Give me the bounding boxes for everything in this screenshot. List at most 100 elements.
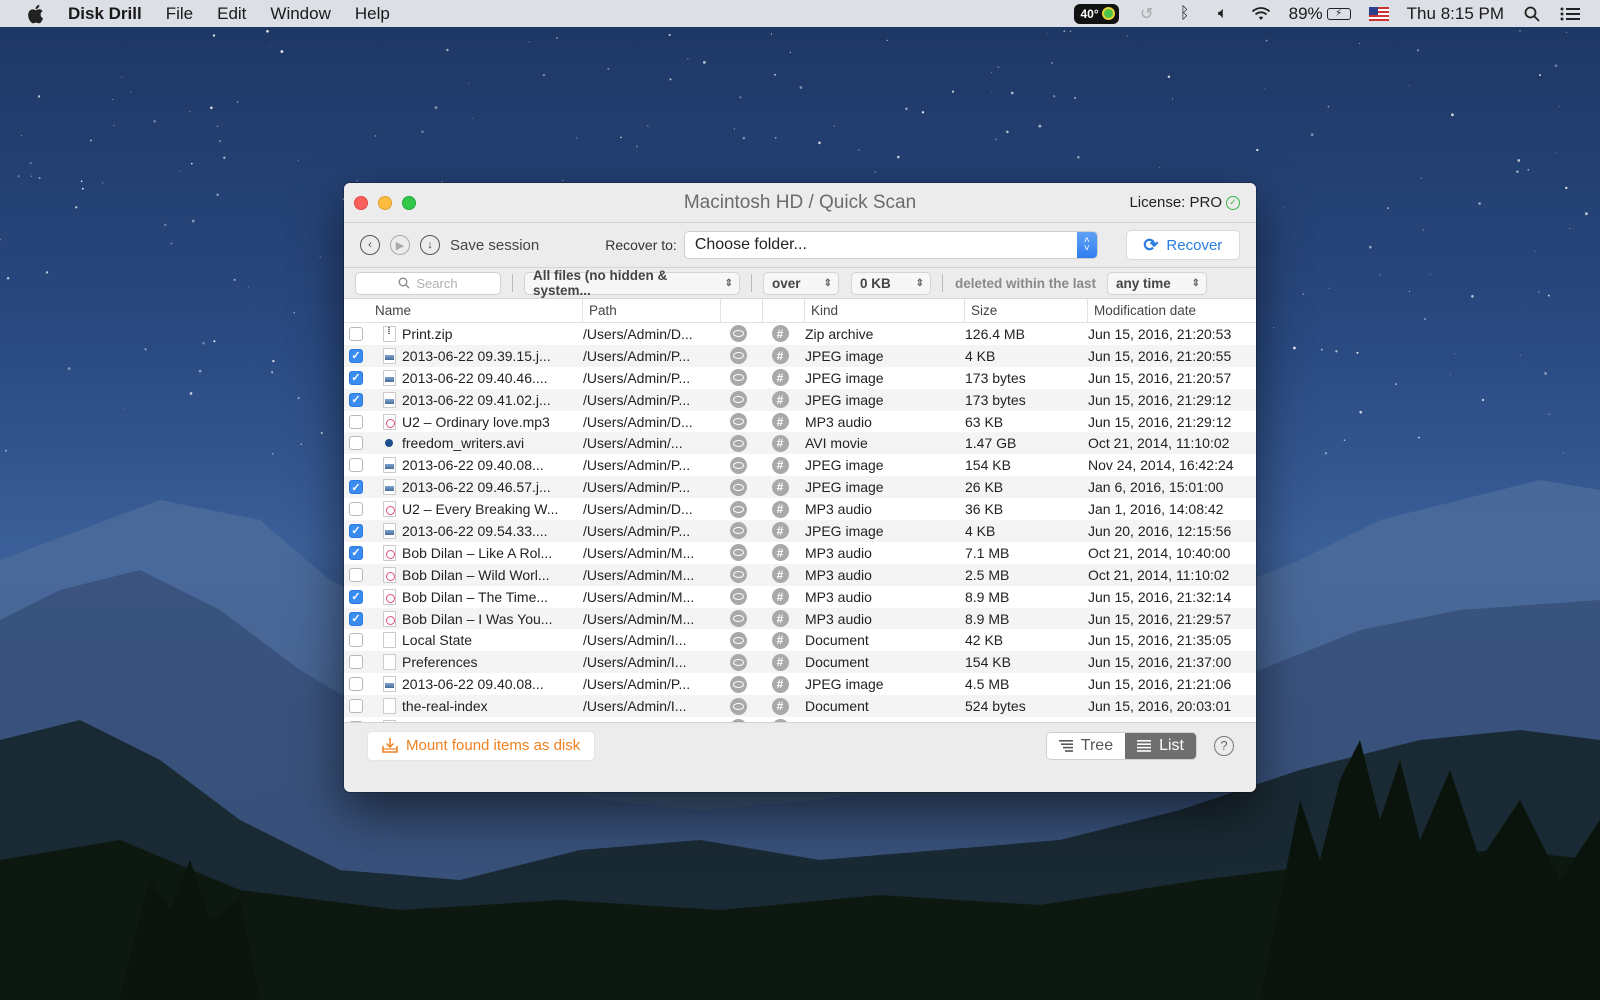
header-path[interactable]: Path xyxy=(583,299,721,323)
row-checkbox[interactable] xyxy=(349,458,363,473)
battery-status[interactable]: 89% ⚡︎ xyxy=(1289,4,1351,24)
hash-icon[interactable]: # xyxy=(771,369,789,387)
table-row[interactable]: 2013-06-22 09.40.08... /Users/Admin/P...… xyxy=(344,673,1256,695)
hash-icon[interactable]: # xyxy=(771,413,789,430)
eye-preview-icon[interactable] xyxy=(729,369,747,387)
table-row[interactable]: Bob Dilan – Wild Worl... /Users/Admin/M.… xyxy=(344,563,1256,586)
eye-preview-icon[interactable] xyxy=(729,522,747,540)
bluetooth-icon[interactable]: ᛒ xyxy=(1175,4,1195,24)
eye-preview-icon[interactable] xyxy=(729,347,747,365)
table-row[interactable]: ✓ 2013-06-22 09.41.02.j... /Users/Admin/… xyxy=(344,388,1256,411)
volume-icon[interactable]: 🔈︎ xyxy=(1213,4,1233,24)
table-row[interactable]: Print.zip /Users/Admin/D... # Zip archiv… xyxy=(344,323,1256,345)
hash-icon[interactable]: # xyxy=(771,653,789,671)
table-row[interactable]: ✓ 2013-06-22 09.54.33.... /Users/Admin/P… xyxy=(344,520,1256,542)
row-checkbox[interactable] xyxy=(349,655,363,670)
table-row[interactable]: Local State /Users/Admin/I... # Document… xyxy=(344,629,1256,651)
menu-help[interactable]: Help xyxy=(355,4,390,24)
eye-preview-icon[interactable] xyxy=(729,675,747,693)
eye-preview-icon[interactable] xyxy=(729,391,747,409)
hash-icon[interactable]: # xyxy=(771,675,789,693)
wifi-icon[interactable] xyxy=(1251,4,1271,24)
row-checkbox[interactable]: ✓ xyxy=(349,392,363,407)
eye-preview-icon[interactable] xyxy=(729,588,747,606)
header-name[interactable]: Name xyxy=(369,299,583,323)
hash-icon[interactable]: # xyxy=(771,500,789,518)
eye-preview-icon[interactable] xyxy=(729,610,747,628)
eye-preview-icon[interactable] xyxy=(729,434,747,452)
list-view-button[interactable]: List xyxy=(1125,732,1196,759)
header-modification-date[interactable]: Modification date xyxy=(1088,299,1256,323)
menu-edit[interactable]: Edit xyxy=(217,4,246,24)
notification-center-icon[interactable] xyxy=(1560,4,1580,24)
header-preview[interactable] xyxy=(721,299,763,323)
time-range-select[interactable]: any time ⇕ xyxy=(1108,272,1207,294)
row-checkbox[interactable] xyxy=(349,436,363,451)
header-size[interactable]: Size xyxy=(965,299,1088,323)
table-row[interactable]: U2 – Every Breaking W... /Users/Admin/D.… xyxy=(344,498,1256,520)
row-checkbox[interactable]: ✓ xyxy=(349,480,363,495)
eye-preview-icon[interactable] xyxy=(729,456,747,474)
zoom-window-button[interactable] xyxy=(402,195,416,210)
hash-icon[interactable]: # xyxy=(771,631,789,649)
row-checkbox[interactable] xyxy=(349,414,363,429)
eye-preview-icon[interactable] xyxy=(729,631,747,649)
header-hash[interactable] xyxy=(763,299,805,323)
menu-file[interactable]: File xyxy=(166,4,193,24)
hash-icon[interactable]: # xyxy=(771,697,789,715)
us-flag-icon[interactable] xyxy=(1368,6,1389,21)
spotlight-search-icon[interactable] xyxy=(1522,4,1542,24)
hash-icon[interactable]: # xyxy=(771,544,789,562)
recover-button[interactable]: ⟳ Recover xyxy=(1126,231,1239,259)
eye-preview-icon[interactable] xyxy=(729,500,747,518)
table-row[interactable]: 2013-06-22 09.40.08... /Users/Admin/P...… xyxy=(344,454,1256,476)
back-button[interactable]: ‹ xyxy=(360,235,380,255)
eye-preview-icon[interactable] xyxy=(729,325,747,343)
row-checkbox[interactable]: ✓ xyxy=(349,589,363,604)
row-checkbox[interactable]: ✓ xyxy=(349,545,363,560)
hash-icon[interactable]: # xyxy=(771,588,789,606)
play-button[interactable]: ▶ xyxy=(390,235,410,255)
tree-view-button[interactable]: Tree xyxy=(1046,732,1126,759)
table-row[interactable]: U2 – Ordinary love.mp3 /Users/Admin/D...… xyxy=(344,411,1256,433)
apple-logo-icon[interactable] xyxy=(26,4,44,24)
row-checkbox[interactable]: ✓ xyxy=(349,348,363,363)
time-machine-icon[interactable]: ↺ xyxy=(1137,4,1157,24)
hash-icon[interactable]: # xyxy=(771,347,789,365)
eye-preview-icon[interactable] xyxy=(729,566,747,584)
hash-icon[interactable]: # xyxy=(771,325,789,343)
size-operator-select[interactable]: over ⇕ xyxy=(764,272,838,294)
hash-icon[interactable]: # xyxy=(771,478,789,496)
row-checkbox[interactable] xyxy=(349,699,363,714)
table-row[interactable]: ✓ Bob Dilan – I Was You... /Users/Admin/… xyxy=(344,607,1256,630)
save-session-button[interactable]: Save session xyxy=(450,237,539,254)
eye-preview-icon[interactable] xyxy=(729,653,747,671)
help-button[interactable]: ? xyxy=(1214,735,1234,756)
row-checkbox[interactable] xyxy=(349,502,363,517)
table-row[interactable]: the-real-index /Users/Admin/I... # Docum… xyxy=(344,695,1256,718)
row-checkbox[interactable]: ✓ xyxy=(349,611,363,626)
table-row[interactable]: Preferences /Users/Admin/I... # Document… xyxy=(344,651,1256,674)
hash-icon[interactable]: # xyxy=(771,456,789,474)
eye-preview-icon[interactable] xyxy=(729,719,747,722)
size-value-select[interactable]: 0 KB ⇕ xyxy=(852,272,930,294)
table-row[interactable]: 2013-06-22 09.40.08... /Users/Admin/P...… xyxy=(344,717,1256,722)
file-type-filter[interactable]: All files (no hidden & system... ⇕ xyxy=(525,268,739,298)
hash-icon[interactable]: # xyxy=(771,719,789,722)
temperature-monitor[interactable]: 40° xyxy=(1074,3,1119,24)
eye-preview-icon[interactable] xyxy=(729,478,747,496)
table-row[interactable]: ✓ 2013-06-22 09.46.57.j... /Users/Admin/… xyxy=(344,476,1256,499)
row-checkbox[interactable]: ✓ xyxy=(349,523,363,538)
recover-folder-select[interactable]: Choose folder... ˄ ˅ xyxy=(684,232,1097,258)
hash-icon[interactable]: # xyxy=(771,391,789,409)
close-window-button[interactable] xyxy=(354,195,368,210)
mount-as-disk-button[interactable]: Mount found items as disk xyxy=(368,731,595,760)
row-checkbox[interactable] xyxy=(349,633,363,648)
hash-icon[interactable]: # xyxy=(771,434,789,452)
menu-window[interactable]: Window xyxy=(270,4,330,24)
table-row[interactable]: ✓ 2013-06-22 09.39.15.j... /Users/Admin/… xyxy=(344,344,1256,367)
eye-preview-icon[interactable] xyxy=(729,544,747,562)
app-menu[interactable]: Disk Drill xyxy=(68,4,142,24)
search-input[interactable]: Search xyxy=(356,272,500,294)
row-checkbox[interactable] xyxy=(349,677,363,692)
